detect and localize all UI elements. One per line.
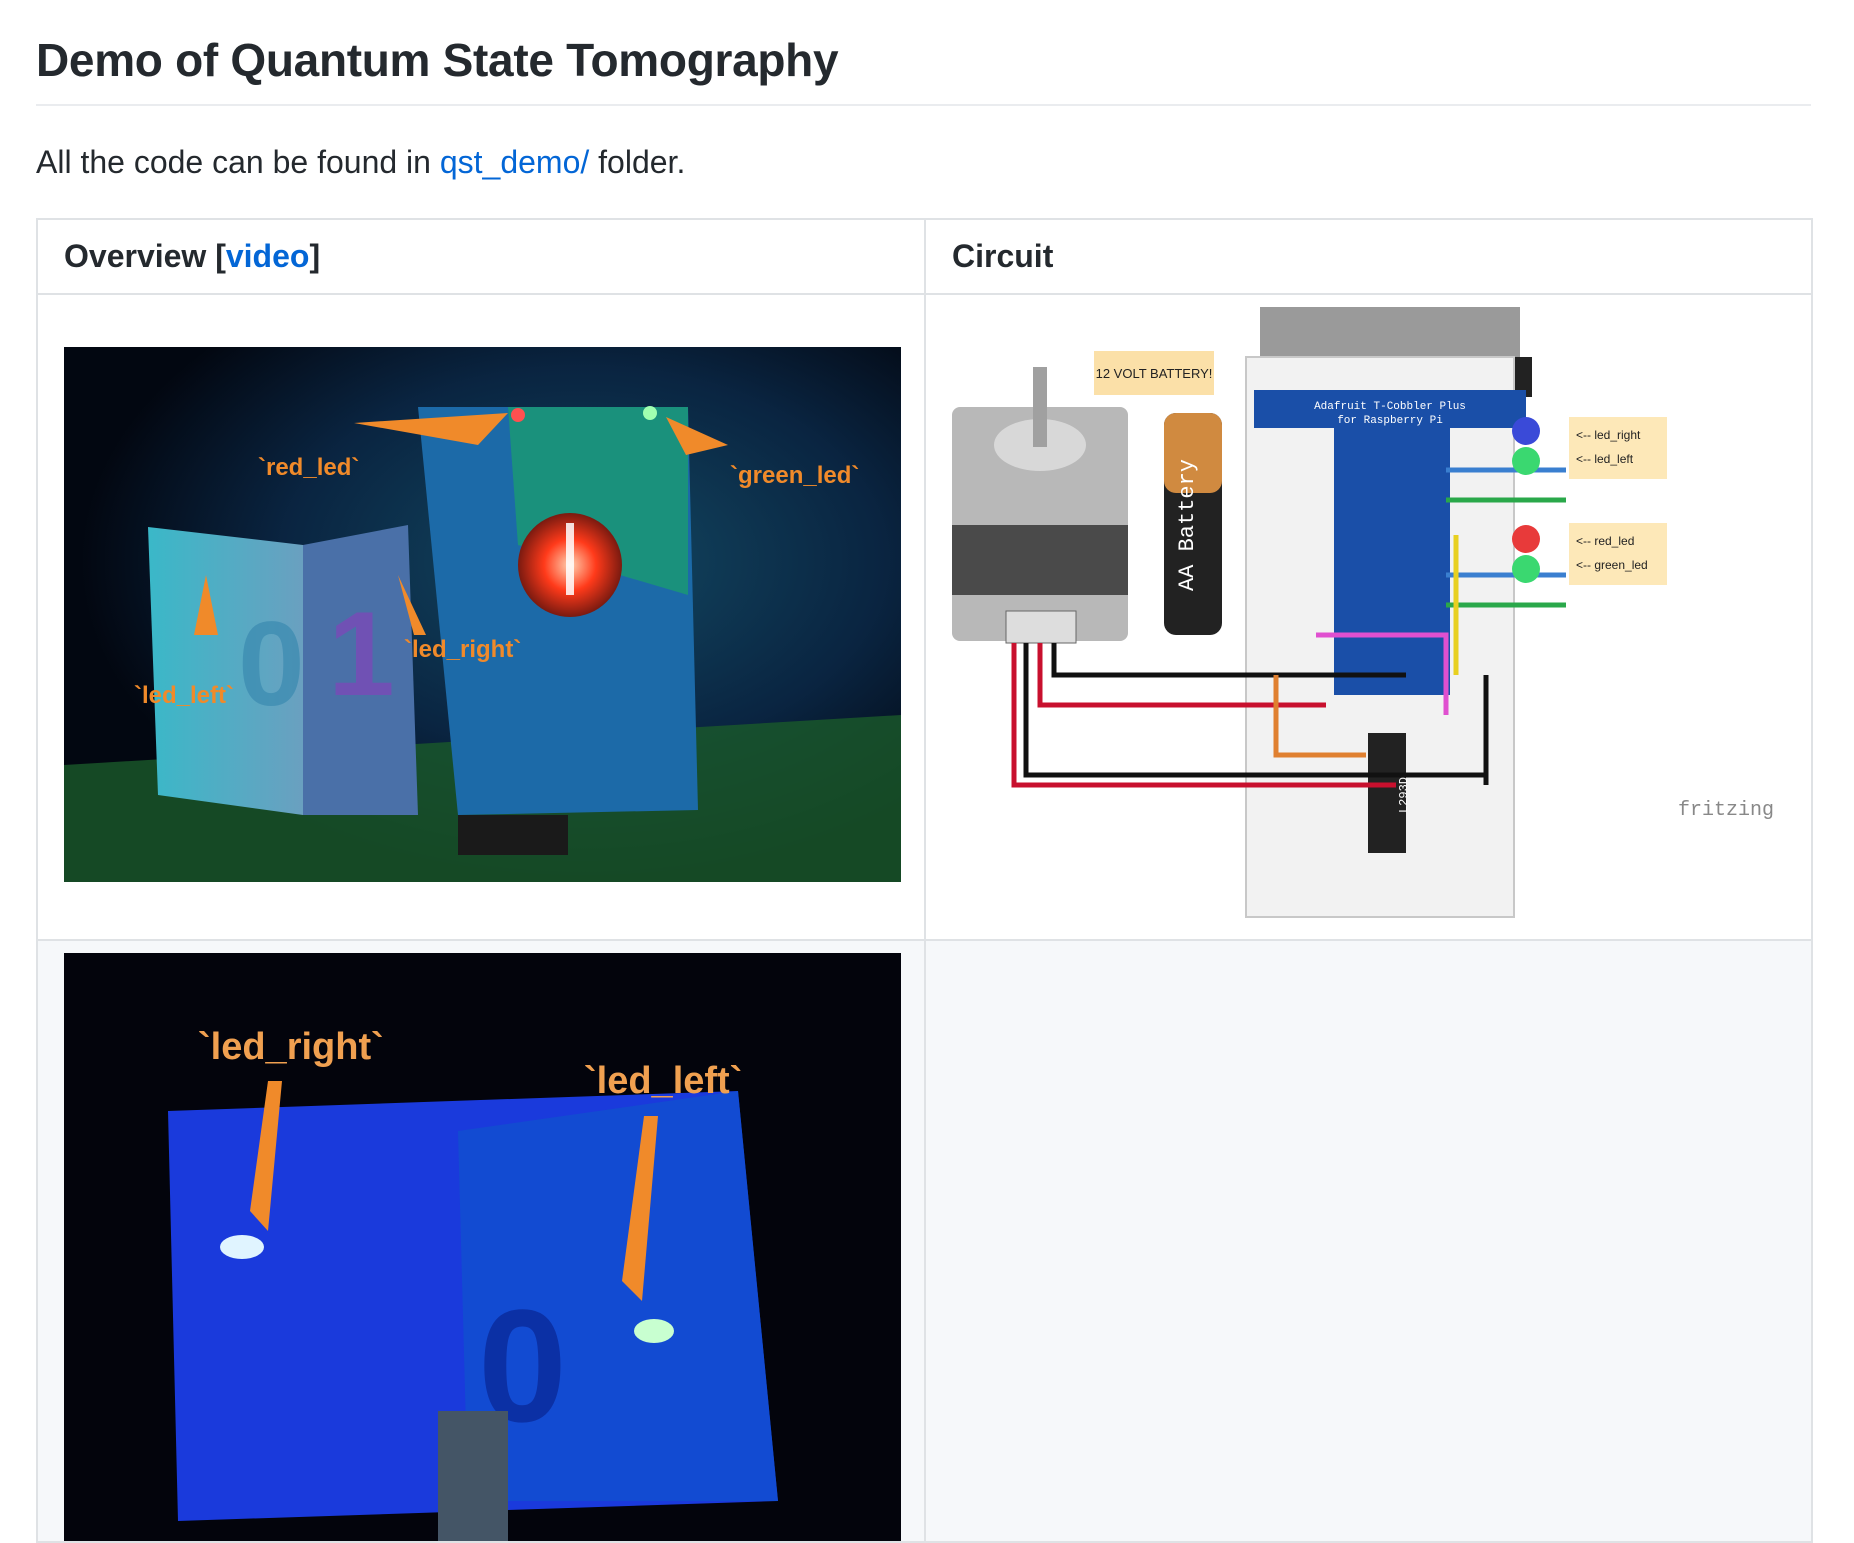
intro-text-before: All the code can be found in [36,144,440,180]
stepper-motor-band [952,525,1128,595]
label-red-led: `red_led` [258,454,359,481]
empty-cell [924,939,1813,1543]
label-led-right: `led_right` [404,636,521,663]
intro-paragraph: All the code can be found in qst_demo/ f… [36,140,685,184]
chip-label: L293D [1397,777,1411,813]
label2-led-left: `led_left` [584,1060,742,1102]
note-red-led: <-- red_led [1576,534,1634,548]
note-right-leds [1569,417,1667,479]
overview-photo[interactable]: 0 1 `red_led` `green_led` `led_left` `le… [38,295,924,935]
photo1-dome-light [566,523,574,595]
overview-photo-cell: 0 1 `red_led` `green_led` `led_left` `le… [36,293,926,941]
photo1-base [458,815,568,855]
led-right-icon [1512,417,1540,445]
fritzing-watermark: fritzing [1678,799,1774,822]
cobbler-title: Adafruit T-Cobbler Plus [1314,401,1466,413]
photo2-stand [438,1411,508,1541]
photo1-green-led-light [643,406,657,420]
video-link[interactable]: video [226,238,310,274]
photo1-red-led-light [511,408,525,422]
led-red-icon [1512,525,1540,553]
cobbler-body [1334,395,1450,695]
label-led-left: `led_left` [134,682,234,709]
second-photo-cell: 0 `led_right` `led_left` [36,939,926,1543]
note-led-left: <-- led_left [1576,452,1634,466]
overview-header-close: ] [309,238,321,274]
photo1-shadow-0: 0 [238,597,305,731]
note-led-right: <-- led_right [1576,428,1641,442]
led-green-icon [1512,555,1540,583]
label-green-led: `green_led` [730,462,859,489]
overview-header: Overview [video] [36,218,926,295]
overview-header-label: Overview [ [64,238,226,274]
page-title: Demo of Quantum State Tomography [36,34,839,86]
qst-demo-link[interactable]: qst_demo/ [440,144,589,180]
note-bottom-leds [1569,523,1667,585]
motor-connector [1005,610,1077,644]
circuit-diagram[interactable]: Adafruit T-Cobbler Plus for Raspberry Pi… [926,295,1811,935]
note-green-led: <-- green_led [1576,558,1648,572]
circuit-cell: Adafruit T-Cobbler Plus for Raspberry Pi… [924,293,1813,941]
photo2-led-left-light [634,1319,674,1343]
photo2-led-right-light [220,1235,264,1259]
photo1-shadow-1: 1 [328,587,395,721]
cobbler-subtitle: for Raspberry Pi [1337,415,1443,427]
battery-label: AA Battery [1175,459,1200,591]
label2-led-right: `led_right` [198,1026,384,1068]
led-left-icon [1512,447,1540,475]
circuit-header: Circuit [924,218,1813,295]
battery-note-text: 12 VOLT BATTERY! [1096,366,1213,381]
demo-table: Overview [video] Circuit 0 1 `red_led` `… [36,218,1813,1543]
heading-divider [36,104,1811,106]
intro-text-after: folder. [589,144,686,180]
stepper-motor-shaft [1033,367,1047,447]
second-photo[interactable]: 0 `led_right` `led_left` [38,941,924,1541]
